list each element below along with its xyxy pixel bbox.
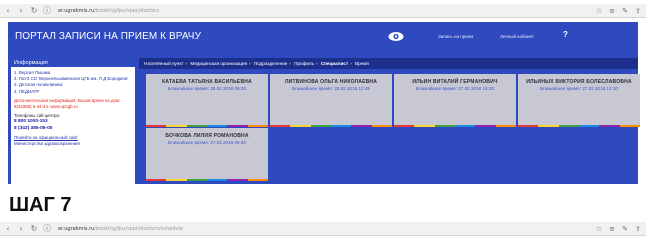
doctor-card[interactable]: БОЧКОВА ЛИЛИЯ РОМАНОВНА Ближайшее время:… [146, 128, 268, 181]
breadcrumb-profile[interactable]: Профиль [294, 61, 314, 66]
phone-number-2: 8 (343) 385-06-00 [14, 125, 53, 131]
url-host: er.ugrakmis.ru [58, 225, 95, 232]
bookmark-icon[interactable]: ☆ [594, 7, 604, 15]
reload-icon[interactable]: ↻ [29, 224, 39, 234]
back-icon[interactable]: ‹ [3, 224, 13, 234]
site-info-icon[interactable]: ⓘ [42, 6, 52, 16]
breadcrumb-department[interactable]: Подразделение [254, 61, 287, 66]
share-icon[interactable]: ⇪ [633, 225, 643, 233]
browser-toolbar-bottom: ‹ › ↻ ⓘ er.ugrakmis.ru/booking/lpu/spec/… [0, 222, 646, 236]
breadcrumb-city[interactable]: Населённый пункт [144, 61, 184, 66]
address-bar[interactable]: er.ugrakmis.ru/booking/lpu/spec/doctors [58, 6, 588, 16]
browser-toolbar-top: ‹ › ↻ ⓘ er.ugrakmis.ru/booking/lpu/spec/… [0, 4, 646, 18]
url-path: /booking/lpu/spec/doctors/schedule [94, 225, 184, 232]
eye-icon[interactable] [388, 31, 404, 42]
breadcrumb-separator: › [350, 61, 352, 66]
breadcrumb-separator: › [316, 61, 318, 66]
url-path: /booking/lpu/spec/doctors [94, 7, 159, 14]
bookmark-icon[interactable]: ☆ [594, 225, 604, 233]
forward-icon[interactable]: › [16, 6, 26, 16]
nearest-time: Ближайшее время: 26.02.2018 12:45 [292, 86, 370, 91]
doctor-name: ИЛЬИН ВИТАЛИЙ ГЕРМАНОВИЧ [412, 79, 498, 85]
nearest-time: Ближайшее время: 28.02.2018 09:30 [168, 86, 246, 91]
doctor-name: ЛИТВИНОВА ОЛЬГА НИКОЛАЕВНА [284, 79, 378, 85]
portal-header: ПОРТАЛ ЗАПИСИ НА ПРИЕМ К ВРАЧУ Запись на… [8, 22, 638, 55]
portal-app: ПОРТАЛ ЗАПИСИ НА ПРИЕМ К ВРАЧУ Запись на… [8, 22, 640, 184]
doctor-card[interactable]: КАТАЕВА ТАТЬЯНА ВАСИЛЬЕВНА Ближайшее вре… [146, 74, 268, 127]
nearest-time: Ближайшее время: 27.02.2018 12:10 [540, 86, 618, 91]
breadcrumb-separator: › [185, 61, 188, 66]
reading-list-icon[interactable]: ≡ [607, 7, 617, 15]
extra-info-text: Дополнительная информация: Вызов врача н… [14, 97, 121, 110]
doctor-card[interactable]: ИЛЬИН ВИТАЛИЙ ГЕРМАНОВИЧ Ближайшее время… [394, 74, 516, 127]
ministry-link[interactable]: Министерства здравоохранения [14, 141, 132, 147]
doctor-name: КАТАЕВА ТАТЬЯНА ВАСИЛЬЕВНА [162, 79, 252, 85]
color-stripe [518, 125, 640, 127]
sidebar-item-profile[interactable]: 4. ПЕДИАТР [14, 89, 132, 95]
site-info-icon[interactable]: ⓘ [42, 224, 52, 234]
breadcrumb-current: Специалист [320, 61, 349, 66]
personal-account-link[interactable]: Личный кабинет [500, 34, 534, 39]
reload-icon[interactable]: ↻ [29, 6, 39, 16]
doctor-name: ИЛЬИНЫХ ВИКТОРИЯ БОЛЕСЛАВОВНА [526, 79, 632, 85]
color-stripe [394, 125, 516, 127]
pen-icon[interactable]: ✎ [620, 7, 630, 15]
breadcrumb-separator: › [289, 61, 291, 66]
portal-title: ПОРТАЛ ЗАПИСИ НА ПРИЕМ К ВРАЧУ [15, 31, 202, 42]
share-icon[interactable]: ⇪ [633, 7, 643, 15]
color-stripe [270, 125, 392, 127]
reading-list-icon[interactable]: ≡ [607, 225, 617, 233]
address-bar[interactable]: er.ugrakmis.ru/booking/lpu/spec/doctors/… [58, 224, 588, 234]
color-stripe [146, 125, 268, 127]
help-icon[interactable]: ? [563, 30, 568, 39]
info-sidebar: Информация 1. Версия Пышма 2. ГБУЗ СО 'В… [11, 59, 135, 184]
forward-icon[interactable]: › [16, 224, 26, 234]
color-stripe [146, 179, 268, 181]
url-host: er.ugrakmis.ru [58, 7, 95, 14]
breadcrumb: Населённый пункт › Медицинская организаци… [139, 58, 638, 69]
breadcrumb-organization[interactable]: Медицинская организация [190, 61, 247, 66]
back-icon[interactable]: ‹ [3, 6, 13, 16]
breadcrumb-separator: › [249, 61, 251, 66]
pen-icon[interactable]: ✎ [620, 225, 630, 233]
doctor-card[interactable]: ЛИТВИНОВА ОЛЬГА НИКОЛАЕВНА Ближайшее вре… [270, 74, 392, 127]
doctor-name: БОЧКОВА ЛИЛИЯ РОМАНОВНА [165, 133, 249, 139]
doctor-list: КАТАЕВА ТАТЬЯНА ВАСИЛЬЕВНА Ближайшее вре… [139, 69, 640, 184]
sidebar-title: Информация [11, 59, 135, 67]
step-title: ШАГ 7 [9, 194, 72, 216]
doctor-card[interactable]: ИЛЬИНЫХ ВИКТОРИЯ БОЛЕСЛАВОВНА Ближайшее … [518, 74, 640, 127]
book-appointment-link[interactable]: Запись на прием [438, 34, 473, 39]
nearest-time: Ближайшее время: 27.02.2018 09:40 [168, 140, 246, 145]
nearest-time: Ближайшее время: 27.02.2018 16:20 [416, 86, 494, 91]
breadcrumb-time: Время [355, 61, 369, 66]
